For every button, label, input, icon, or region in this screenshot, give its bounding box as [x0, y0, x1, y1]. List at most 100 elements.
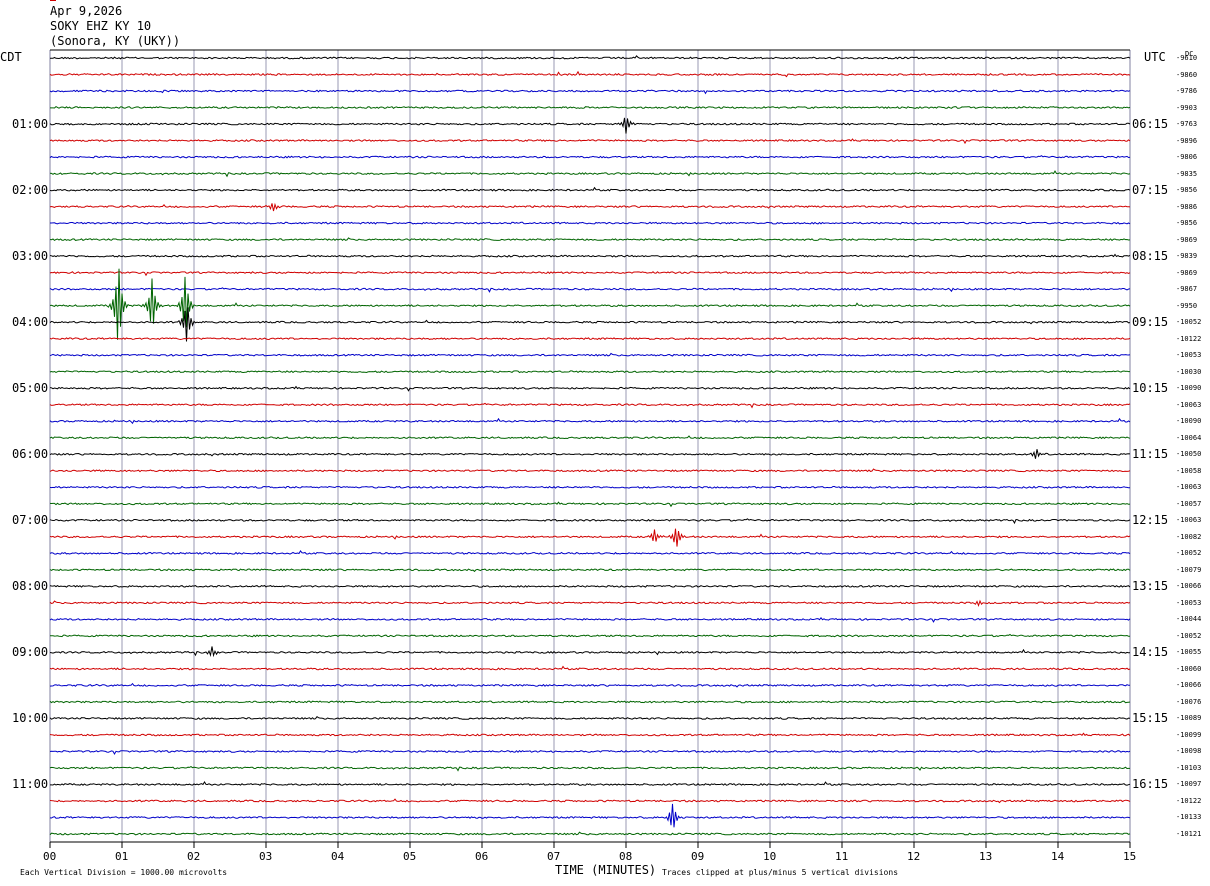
- trace-line: [49, 665, 1131, 671]
- dc-offset-label: -9896: [1176, 136, 1198, 145]
- dc-offset-label: -10121: [1176, 830, 1202, 838]
- dc-offset-label: -10133: [1176, 813, 1202, 822]
- dc-offset-label: -10122: [1176, 796, 1202, 805]
- trace-line: [49, 766, 1130, 772]
- dc-offset-label: -9886: [1176, 202, 1198, 211]
- dc-offset-label: -10064: [1176, 433, 1202, 442]
- x-tick-label: 11: [835, 850, 849, 863]
- trace-line: [49, 468, 1131, 473]
- trace-line: [49, 155, 1131, 159]
- trace-line: [49, 449, 1131, 459]
- trace-line: [49, 117, 1131, 134]
- left-hour-label: 05:00: [12, 381, 49, 396]
- dc-offset-label: -10103: [1176, 763, 1202, 772]
- x-tick-label: 02: [187, 850, 201, 863]
- x-tick-label: 05: [403, 850, 417, 863]
- x-tick-label: 04: [331, 850, 345, 863]
- dc-offset-label: -9806: [1176, 153, 1198, 162]
- trace-line: [50, 105, 1131, 109]
- right-hour-label: 09:15: [1132, 315, 1169, 330]
- dc-offset-label: -10060: [1176, 664, 1202, 673]
- trace-line: [49, 385, 1131, 392]
- dc-offset-label: -10052: [1176, 549, 1202, 558]
- dc-offset-label: -10099: [1176, 730, 1202, 739]
- dc-offset-label: -9903: [1176, 103, 1198, 112]
- trace-line: [49, 402, 1131, 409]
- trace-line: [49, 550, 1131, 555]
- right-hour-label: 08:15: [1132, 249, 1169, 264]
- trace-line: [49, 518, 1131, 525]
- dc-offset-label: -10076: [1176, 697, 1202, 706]
- trace-line: [49, 307, 1131, 342]
- right-hour-label: 14:15: [1132, 645, 1169, 660]
- dc-offset-label: -10053: [1176, 598, 1202, 607]
- dc-offset-label: -9950: [1176, 301, 1198, 310]
- trace-line: [49, 732, 1131, 737]
- dc-offset-label: -9856: [1176, 186, 1198, 195]
- dc-offset-label: -10079: [1176, 565, 1202, 574]
- x-tick-label: 03: [259, 850, 273, 863]
- trace-line: [49, 237, 1131, 242]
- dc-offset-label: -10097: [1176, 780, 1202, 789]
- dc-offset-label: -10052: [1176, 631, 1202, 640]
- trace-line: [49, 337, 1131, 341]
- left-hour-label: 10:00: [12, 711, 49, 726]
- dc-offset-label: -9786: [1176, 87, 1198, 96]
- trace-line: [49, 798, 1131, 804]
- x-axis-title: TIME (MINUTES): [555, 863, 657, 877]
- trace-line: [49, 584, 1131, 588]
- trace-line: [49, 268, 1131, 340]
- right-hour-label: 15:15: [1132, 711, 1169, 726]
- left-hour-label: 08:00: [12, 579, 49, 594]
- trace-line: [49, 803, 1131, 828]
- trace-line: [49, 70, 1131, 78]
- dc-offset-label: -10066: [1176, 681, 1202, 690]
- dc-offset-label: -10082: [1176, 532, 1202, 541]
- trace-line: [49, 568, 1131, 573]
- dc-offset-label: -9856: [1176, 219, 1198, 228]
- dc-offset-label: -10053: [1176, 351, 1202, 360]
- dc-offset-label: -10030: [1176, 367, 1202, 376]
- trace-line: [49, 352, 1131, 357]
- right-hour-label: 12:15: [1132, 513, 1169, 528]
- dc-offset-label: -10089: [1176, 714, 1202, 723]
- trace-line: [49, 633, 1130, 638]
- helicorder-plot: [49, 49, 1131, 848]
- right-hour-label: 13:15: [1132, 579, 1169, 594]
- dc-offset-label: -10063: [1176, 483, 1202, 492]
- trace-line: [49, 138, 1131, 145]
- dc-offset-label: -10057: [1176, 499, 1202, 508]
- trace-line: [49, 749, 1131, 756]
- x-tick-label: 01: [115, 850, 129, 863]
- dc-offset-label: -10050: [1176, 450, 1202, 459]
- x-tick-label: 07: [547, 850, 561, 863]
- x-tick-label: 13: [979, 850, 993, 863]
- left-hour-label: 01:00: [12, 117, 49, 132]
- trace-line: [49, 435, 1131, 440]
- trace-line: [49, 202, 1131, 212]
- trace-line: [49, 716, 1131, 720]
- trace-line: [49, 186, 1131, 192]
- dc-offset-label: -10044: [1176, 615, 1202, 624]
- x-tick-label: 12: [907, 850, 921, 863]
- dc-offset-label: -10063: [1176, 400, 1202, 409]
- right-hour-label: 06:15: [1132, 117, 1169, 132]
- right-hour-label: 16:15: [1132, 777, 1169, 792]
- dc-offset-label: -10066: [1176, 582, 1202, 591]
- x-tick-label: 10: [763, 850, 777, 863]
- x-tick-label: 15: [1123, 850, 1137, 863]
- trace-line: [49, 271, 1131, 277]
- trace-line: [49, 170, 1131, 178]
- trace-line: [50, 221, 1131, 225]
- right-hour-label: 10:15: [1132, 381, 1169, 396]
- trace-line: [49, 646, 1130, 658]
- trace-line: [49, 831, 1131, 836]
- x-tick-label: 00: [43, 850, 57, 863]
- dc-offset-label: -9869: [1176, 235, 1198, 244]
- dc-offset-label: -10058: [1176, 466, 1202, 475]
- dc-offset-label: -9860: [1176, 70, 1198, 79]
- x-tick-label: 14: [1051, 850, 1065, 863]
- right-hour-label: 11:15: [1132, 447, 1169, 462]
- left-hour-label: 07:00: [12, 513, 49, 528]
- trace-line: [49, 682, 1130, 688]
